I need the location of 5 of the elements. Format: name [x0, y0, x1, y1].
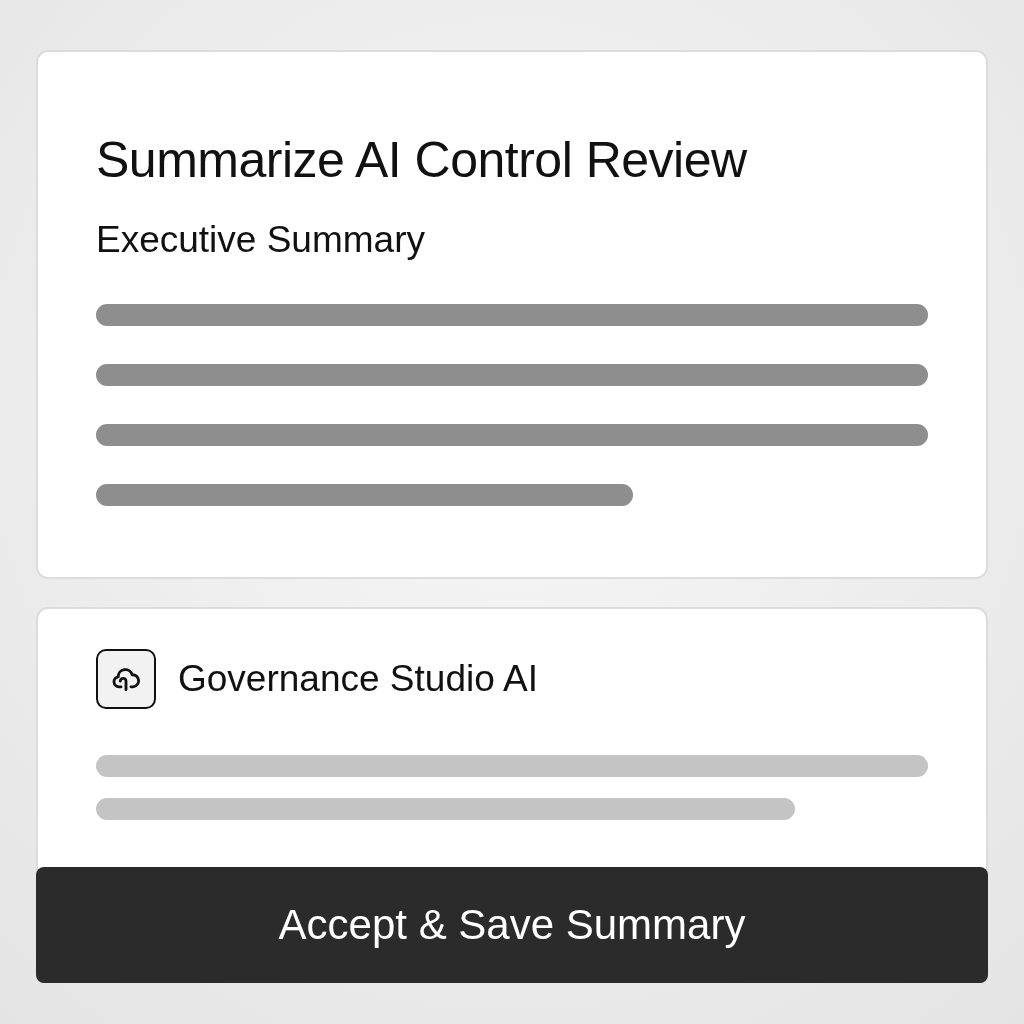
- assistant-name: Governance Studio AI: [178, 658, 538, 700]
- card-title: Summarize AI Control Review: [96, 131, 748, 190]
- accept-button[interactable]: Accept & Save Summary: [36, 867, 988, 983]
- cloud-icon: [96, 649, 156, 709]
- section-heading: Executive Summary: [96, 218, 426, 262]
